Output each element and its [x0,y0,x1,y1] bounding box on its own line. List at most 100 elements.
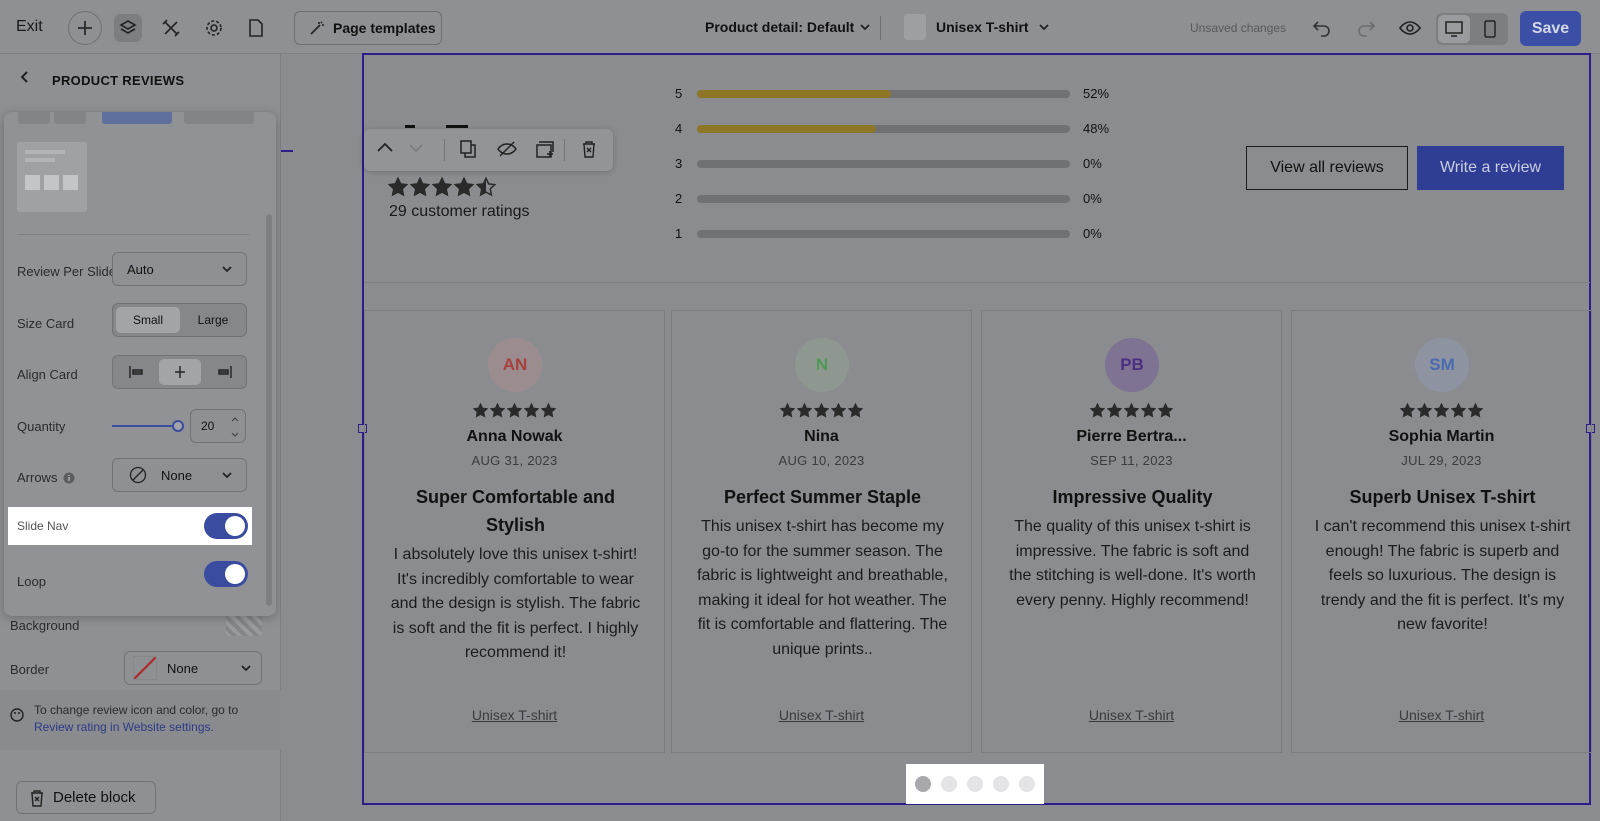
review-product-link[interactable]: Unisex T-shirt [672,707,971,723]
border-dropdown[interactable]: None [124,651,262,685]
back-button[interactable] [18,70,32,84]
chevron-down-icon [222,471,232,478]
toolbar-divider [444,139,445,161]
review-product-link[interactable]: Unisex T-shirt [365,707,664,723]
review-per-slide-dropdown[interactable]: Auto [112,252,247,286]
slider-layout-thumbnail[interactable] [17,142,87,212]
chevron-up-icon [377,142,393,152]
review-product-link[interactable]: Unisex T-shirt [1292,707,1591,723]
preview-button[interactable] [1396,14,1424,42]
mobile-icon [1484,20,1496,38]
quantity-stepper[interactable]: 20 [190,409,246,443]
page-templates-label: Page templates [333,20,436,36]
review-product-link[interactable]: Unisex T-shirt [982,707,1281,723]
quantity-slider-track[interactable] [112,425,178,427]
chevron-down-icon[interactable] [231,432,239,437]
product-thumbnail [904,14,926,40]
star-icon [541,403,556,418]
add-element-button[interactable] [68,11,102,45]
star-icon [1124,403,1139,418]
save-button[interactable]: Save [1520,11,1581,46]
section-divider [364,282,1590,283]
desktop-icon [1445,21,1463,37]
align-left-option[interactable] [116,359,156,385]
mobile-view-button[interactable] [1474,15,1506,43]
slide-nav-dot[interactable] [993,776,1009,792]
hide-button[interactable] [497,141,517,157]
pages-button[interactable] [242,14,270,42]
rating-star-label: 3 [675,156,683,171]
star-icon [1451,403,1466,418]
arrows-dropdown[interactable]: None [112,458,247,492]
add-section-icon [536,141,554,158]
design-tools-button[interactable] [157,14,185,42]
slide-nav-label: Slide Nav [17,519,69,533]
desktop-view-button[interactable] [1438,15,1470,43]
star-icon [1107,403,1122,418]
view-all-reviews-button[interactable]: View all reviews [1246,146,1408,190]
no-color-swatch-icon [133,656,157,680]
move-down-button[interactable] [408,143,424,153]
arrows-label-group: Arrows [17,470,75,485]
review-card: AN Anna Nowak AUG 31, 2023 Super Comfortabl… [364,310,665,753]
slide-nav-dot[interactable] [1019,776,1035,792]
layout-option[interactable] [18,112,50,124]
page-type-dropdown[interactable]: Product detail: Default [705,19,870,35]
chevron-down-icon [409,144,423,153]
review-title: Superb Unisex T-shirt [1349,487,1536,507]
size-small-option[interactable]: Small [116,307,180,333]
rating-star-label: 4 [675,121,683,136]
duplicate-button[interactable] [460,140,476,158]
layout-option[interactable] [54,112,86,124]
website-settings-link[interactable]: Review rating in Website settings. [34,720,214,734]
exit-button[interactable]: Exit [16,18,43,36]
slide-nav-row: Slide Nav [8,507,252,545]
info-box: To change review icon and color, go to R… [0,690,281,750]
divider [17,234,249,235]
product-dropdown[interactable]: Unisex T-shirt [904,14,1049,40]
reviewer-name: Anna Nowak [466,428,563,445]
align-left-icon [129,366,143,378]
review-per-slide-label: Review Per Slide [17,264,116,279]
page-icon [249,19,263,37]
avatar: AN [488,338,542,392]
popover-scrollbar[interactable] [266,214,272,606]
star-icon [490,403,505,418]
star-icon [473,403,488,418]
write-review-button[interactable]: Write a review [1417,146,1564,190]
layout-option[interactable] [184,112,254,124]
slider-settings-popover: Review Per Slide Auto Size Card Small La… [4,112,276,616]
slide-nav-dot[interactable] [967,776,983,792]
size-large-option[interactable]: Large [181,307,245,333]
delete-block-button[interactable]: Delete block [16,781,156,814]
add-section-button[interactable] [536,140,556,158]
product-label: Unisex T-shirt [936,19,1029,35]
eye-off-icon [497,141,517,157]
move-up-button[interactable] [376,141,394,153]
settings-button[interactable] [200,14,228,42]
layout-option-selected[interactable] [102,112,172,124]
average-stars [388,177,496,197]
slide-nav-dot[interactable] [915,776,931,792]
slide-nav-toggle[interactable] [204,513,248,539]
review-card: N Nina AUG 10, 2023 Perfect Summer Staple Th… [671,310,972,753]
align-right-option[interactable] [205,359,245,385]
quantity-slider-thumb[interactable] [172,420,184,432]
info-icon[interactable] [63,472,75,484]
page-templates-button[interactable]: Page templates [294,11,442,45]
delete-section-button[interactable] [581,140,597,158]
magic-wand-icon [310,21,324,35]
align-card-label: Align Card [17,367,78,382]
star-icon [410,177,430,197]
layers-button[interactable] [114,14,142,42]
loop-toggle[interactable] [204,561,248,587]
redo-button[interactable] [1352,14,1380,42]
slide-nav-dot[interactable] [941,776,957,792]
star-icon [780,403,795,418]
undo-button[interactable] [1308,14,1336,42]
align-center-option[interactable] [159,359,201,385]
star-icon [454,177,474,197]
review-per-slide-value: Auto [127,261,154,277]
chevron-up-icon[interactable] [231,417,239,422]
star-icon [1400,403,1415,418]
